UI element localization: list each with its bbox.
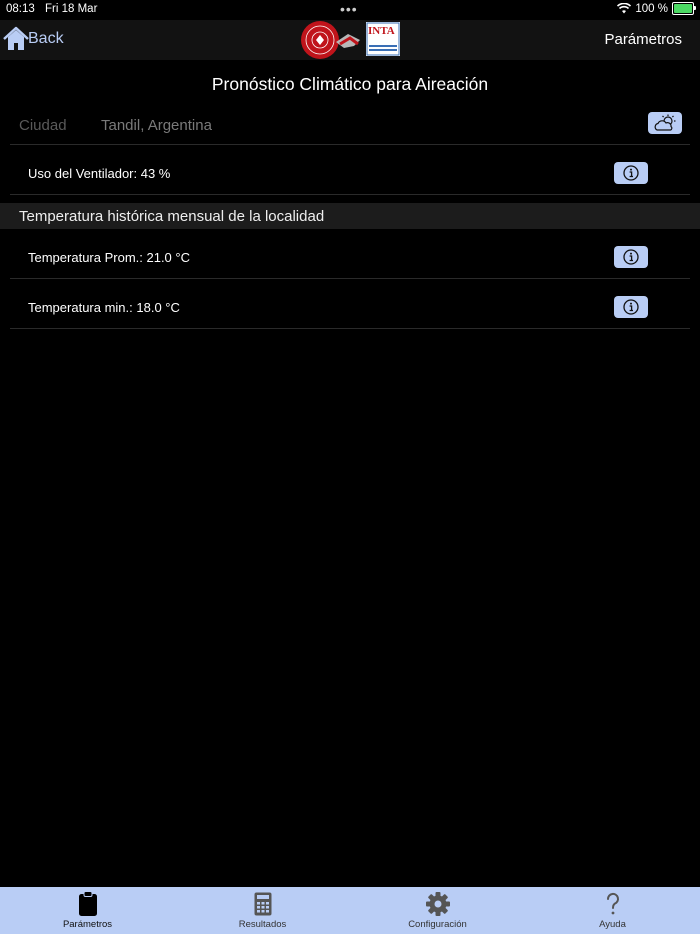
tab-parametros[interactable]: Parámetros [0, 887, 175, 934]
city-value[interactable]: Tandil, Argentina [101, 117, 212, 134]
status-time: 08:13 [6, 3, 35, 15]
status-bar: 08:13 Fri 18 Mar ••• 100 % [0, 0, 700, 20]
tab-resultados[interactable]: Resultados [175, 887, 350, 934]
status-right: 100 % [617, 2, 696, 15]
status-date: Fri 18 Mar [45, 3, 98, 15]
info-icon [623, 249, 639, 265]
tab-label: Parámetros [62, 919, 113, 930]
divider [10, 328, 690, 329]
city-row: Ciudad Tandil, Argentina [0, 110, 700, 144]
fan-usage-info-button[interactable] [614, 162, 648, 184]
min-temperature-label: Temperatura min.: 18.0 °C [28, 300, 180, 315]
avg-temperature-info-button[interactable] [614, 246, 648, 268]
page-title: Pronóstico Climático para Aireación [211, 74, 489, 94]
calculator-icon [254, 892, 271, 916]
avg-temperature-label: Temperatura Prom.: 21.0 °C [28, 250, 190, 265]
tab-ayuda[interactable]: Ayuda [525, 887, 700, 934]
weather-button[interactable] [648, 112, 682, 134]
tab-bar: Parámetros Resultados Configuración Ayud… [0, 887, 700, 934]
back-label: Back [28, 30, 64, 47]
back-button[interactable]: Back [2, 26, 64, 52]
question-icon [606, 892, 619, 915]
tab-label: Configuración [408, 919, 467, 930]
battery-icon [672, 2, 696, 15]
battery-percent: 100 % [635, 2, 668, 15]
multitasking-dots-icon[interactable]: ••• [340, 2, 358, 16]
fan-usage-row: Uso del Ventilador: 43 % [0, 156, 700, 192]
parametros-nav-button[interactable]: Parámetros [604, 31, 682, 48]
tab-label: Ayuda [599, 919, 626, 930]
tab-configuracion[interactable]: Configuración [350, 887, 525, 934]
tab-label: Resultados [238, 919, 287, 930]
divider [10, 278, 690, 279]
inta-logo-text: INTA [368, 25, 395, 37]
city-label: Ciudad [19, 117, 67, 134]
min-temperature-row: Temperatura min.: 18.0 °C [0, 290, 700, 326]
home-icon [3, 26, 29, 50]
fan-usage-label: Uso del Ventilador: 43 % [28, 166, 171, 181]
section-header: Temperatura histórica mensual de la loca… [0, 203, 700, 229]
avg-temperature-row: Temperatura Prom.: 21.0 °C [0, 240, 700, 276]
partly-cloudy-icon [654, 114, 676, 131]
min-temperature-info-button[interactable] [614, 296, 648, 318]
wifi-icon [617, 3, 632, 14]
gear-icon [425, 892, 450, 916]
info-icon [623, 165, 639, 181]
clipboard-icon [78, 891, 97, 916]
navigation-bar: Back INTA Parámetros [0, 20, 700, 60]
divider [10, 194, 690, 195]
info-icon [623, 299, 639, 315]
section-title: Temperatura histórica mensual de la loca… [19, 208, 325, 225]
divider [10, 144, 690, 145]
partner-logos: INTA [300, 20, 402, 60]
